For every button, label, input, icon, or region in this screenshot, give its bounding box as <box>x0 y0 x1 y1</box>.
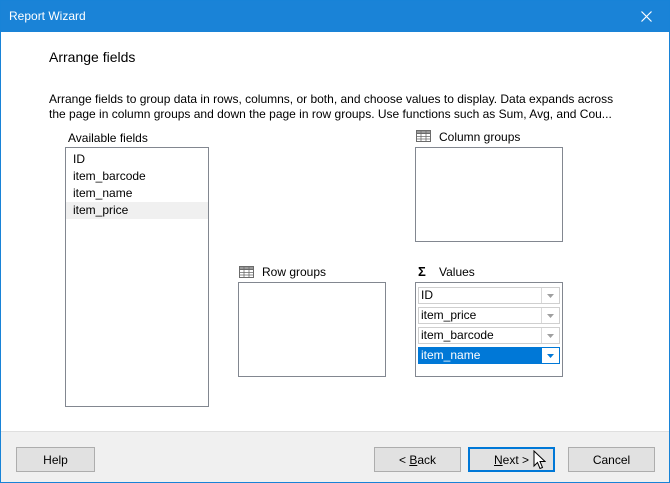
value-item-label: item_price <box>421 308 477 322</box>
next-button-label: Next > <box>493 452 530 467</box>
cancel-button[interactable]: Cancel <box>568 447 655 472</box>
close-icon <box>640 11 652 22</box>
column-groups-grid-icon <box>416 130 431 142</box>
column-groups-drop-area[interactable] <box>415 147 563 242</box>
help-button[interactable]: Help <box>16 447 95 472</box>
available-fields-list[interactable]: ID item_barcode item_name item_price <box>65 147 209 407</box>
value-item-label: item_barcode <box>421 328 494 342</box>
description-line-1: Arrange fields to group data in rows, co… <box>49 92 614 106</box>
value-dropdown-button[interactable] <box>541 308 559 323</box>
values-sigma-icon: Σ <box>418 264 426 279</box>
description-line-2: the page in column groups and down the p… <box>49 107 612 121</box>
help-button-label: Help <box>43 452 68 467</box>
row-groups-grid-icon <box>239 266 254 278</box>
chevron-down-icon <box>547 293 554 298</box>
back-button[interactable]: < Back <box>374 447 461 472</box>
value-item-label: item_name <box>421 348 481 362</box>
chevron-down-icon <box>547 353 554 358</box>
page-description: Arrange fields to group data in rows, co… <box>49 92 629 122</box>
button-bar: Help < Back Next > Cancel <box>1 431 669 482</box>
back-button-label: < Back <box>398 452 437 467</box>
field-item-barcode[interactable]: item_barcode <box>66 168 208 185</box>
value-dropdown-button[interactable] <box>541 288 559 303</box>
field-item-name[interactable]: item_name <box>66 185 208 202</box>
values-list[interactable]: ID item_price item_barcode item_name <box>415 282 563 377</box>
chevron-down-icon <box>547 333 554 338</box>
available-fields-label: Available fields <box>68 131 148 145</box>
column-groups-label: Column groups <box>439 130 521 144</box>
cancel-button-label: Cancel <box>592 452 631 467</box>
values-label: Values <box>439 265 475 279</box>
field-item-price[interactable]: item_price <box>66 202 208 219</box>
value-item-id[interactable]: ID <box>418 287 560 304</box>
page-heading: Arrange fields <box>49 49 136 65</box>
row-groups-drop-area[interactable] <box>238 282 386 377</box>
window-title: Report Wizard <box>9 9 86 23</box>
close-button[interactable] <box>623 1 669 32</box>
field-item-id[interactable]: ID <box>66 151 208 168</box>
chevron-down-icon <box>547 313 554 318</box>
value-item-label: ID <box>421 288 433 302</box>
value-item-barcode[interactable]: item_barcode <box>418 327 560 344</box>
mouse-pointer-icon <box>533 450 546 470</box>
value-dropdown-button[interactable] <box>541 328 559 343</box>
value-item-price[interactable]: item_price <box>418 307 560 324</box>
value-dropdown-button[interactable] <box>541 348 559 363</box>
row-groups-label: Row groups <box>262 265 327 279</box>
title-bar: Report Wizard <box>1 1 669 32</box>
report-wizard-dialog: Report Wizard Arrange fields Arrange fie… <box>0 0 670 483</box>
value-item-name[interactable]: item_name <box>418 347 560 364</box>
